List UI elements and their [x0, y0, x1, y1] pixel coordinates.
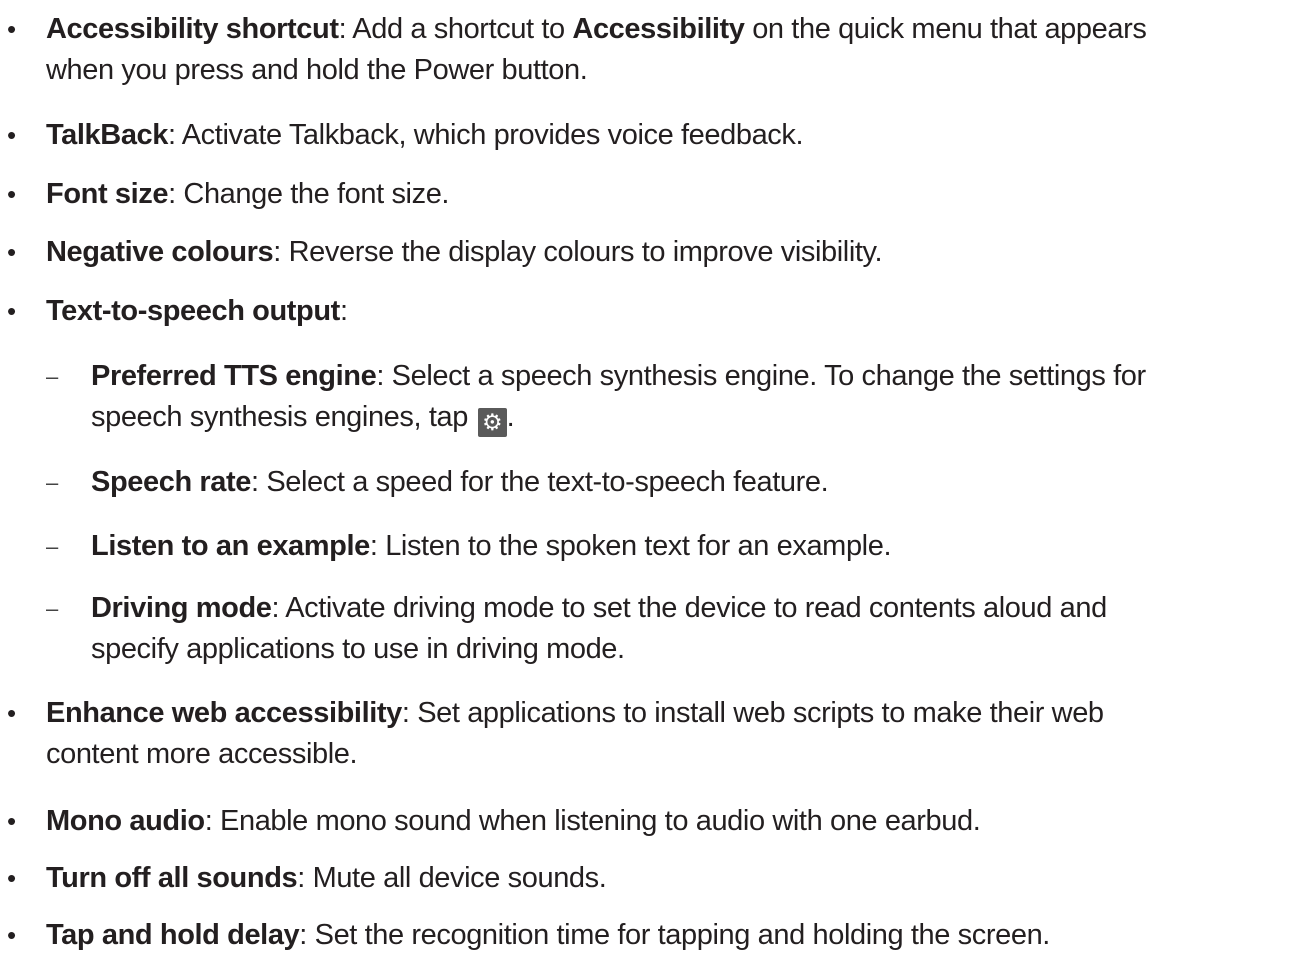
item-line: Enhance web accessibility: Set applicati… [46, 693, 1104, 734]
item-text: Listen to the spoken text for an example… [377, 530, 892, 562]
item-line: when you press and hold the Power button… [46, 54, 588, 86]
item-separator: : [339, 295, 348, 327]
item-text: Mute all device sounds. [304, 862, 607, 894]
item-term: Preferred TTS engine [91, 360, 377, 392]
item-separator: : [251, 466, 259, 498]
item-text: . [506, 401, 515, 433]
list-item-talkback: • TalkBack: Activate Talkback, which pro… [7, 115, 804, 156]
item-term: Negative colours [46, 236, 274, 268]
list-item-negative-colours: • Negative colours: Reverse the display … [7, 232, 883, 273]
item-text: Set the recognition time for tapping and… [306, 919, 1051, 951]
item-line: speech synthesis engines, tap ⚙. [91, 397, 1146, 438]
item-text: speech synthesis engines, tap [91, 401, 476, 433]
sublist-item-listen-to-an-example: – Listen to an example: Listen to the sp… [46, 526, 892, 567]
bullet-marker: • [7, 179, 16, 209]
bullet-marker: • [7, 237, 16, 267]
item-separator: : [376, 360, 384, 392]
gear-icon: ⚙ [477, 408, 507, 437]
item-text: Set applications to install web scripts … [409, 697, 1104, 729]
dash-marker: – [46, 596, 58, 621]
item-separator: : [168, 119, 176, 151]
document-page: • Accessibility shortcut: Add a shortcut… [0, 0, 1304, 963]
item-line: content more accessible. [46, 738, 358, 770]
item-text: Reverse the display colours to improve v… [280, 236, 883, 268]
list-item-tap-and-hold-delay: • Tap and hold delay: Set the recognitio… [7, 915, 1051, 956]
item-line: Driving mode: Activate driving mode to s… [91, 588, 1107, 629]
dash-marker: – [46, 470, 58, 495]
item-text: Select a speech synthesis engine. To cha… [383, 360, 1147, 392]
item-text: Activate driving mode to set the device … [279, 592, 1107, 624]
item-separator: : [369, 530, 378, 562]
bullet-marker: • [7, 698, 16, 728]
item-term: Accessibility shortcut [46, 13, 339, 45]
list-item-text-to-speech-output: • Text-to-speech output: [7, 291, 348, 332]
item-term: Tap and hold delay [46, 919, 300, 951]
item-text: Change the font size. [175, 178, 450, 210]
list-item-turn-off-all-sounds: • Turn off all sounds: Mute all device s… [7, 858, 607, 899]
item-inline-bold: Accessibility [572, 13, 745, 45]
item-term: Listen to an example [91, 530, 370, 562]
item-line: Accessibility shortcut: Add a shortcut t… [46, 9, 1147, 50]
item-term: Font size [46, 178, 169, 210]
item-term: Enhance web accessibility [46, 697, 402, 729]
item-separator: : [401, 697, 410, 729]
item-separator: : [299, 919, 307, 951]
item-term: Turn off all sounds [46, 862, 298, 894]
bullet-marker: • [7, 120, 16, 150]
item-text: Activate Talkback, which provides voice … [175, 119, 804, 151]
bullet-marker: • [7, 296, 16, 326]
sublist-item-driving-mode: – Driving mode: Activate driving mode to… [46, 588, 1107, 670]
item-term: Driving mode [91, 592, 272, 624]
item-separator: : [168, 178, 176, 210]
sublist-item-speech-rate: – Speech rate: Select a speed for the te… [46, 462, 829, 503]
item-term: Speech rate [91, 466, 252, 498]
bullet-marker: • [7, 863, 16, 893]
list-item-enhance-web-accessibility: • Enhance web accessibility: Set applica… [7, 693, 1104, 775]
item-line: specify applications to use in driving m… [91, 633, 625, 665]
list-item-accessibility-shortcut: • Accessibility shortcut: Add a shortcut… [7, 9, 1147, 91]
sublist-item-preferred-tts-engine: – Preferred TTS engine: Select a speech … [46, 356, 1146, 438]
item-term: TalkBack [46, 119, 169, 151]
item-term: Text-to-speech output [46, 295, 340, 327]
item-text: Enable mono sound when listening to audi… [212, 805, 981, 837]
item-text: on the quick menu that appears [744, 13, 1147, 45]
item-separator: : [297, 862, 305, 894]
item-term: Mono audio [46, 805, 205, 837]
dash-marker: – [46, 364, 58, 389]
list-item-mono-audio: • Mono audio: Enable mono sound when lis… [7, 801, 981, 842]
item-line: Preferred TTS engine: Select a speech sy… [91, 356, 1146, 397]
dash-marker: – [46, 534, 58, 559]
bullet-marker: • [7, 14, 16, 44]
item-text: Add a shortcut to [346, 13, 573, 45]
list-item-font-size: • Font size: Change the font size. [7, 174, 450, 215]
item-separator: : [273, 236, 281, 268]
bullet-marker: • [7, 920, 16, 950]
item-text: Select a speed for the text-to-speech fe… [258, 466, 829, 498]
bullet-marker: • [7, 806, 16, 836]
